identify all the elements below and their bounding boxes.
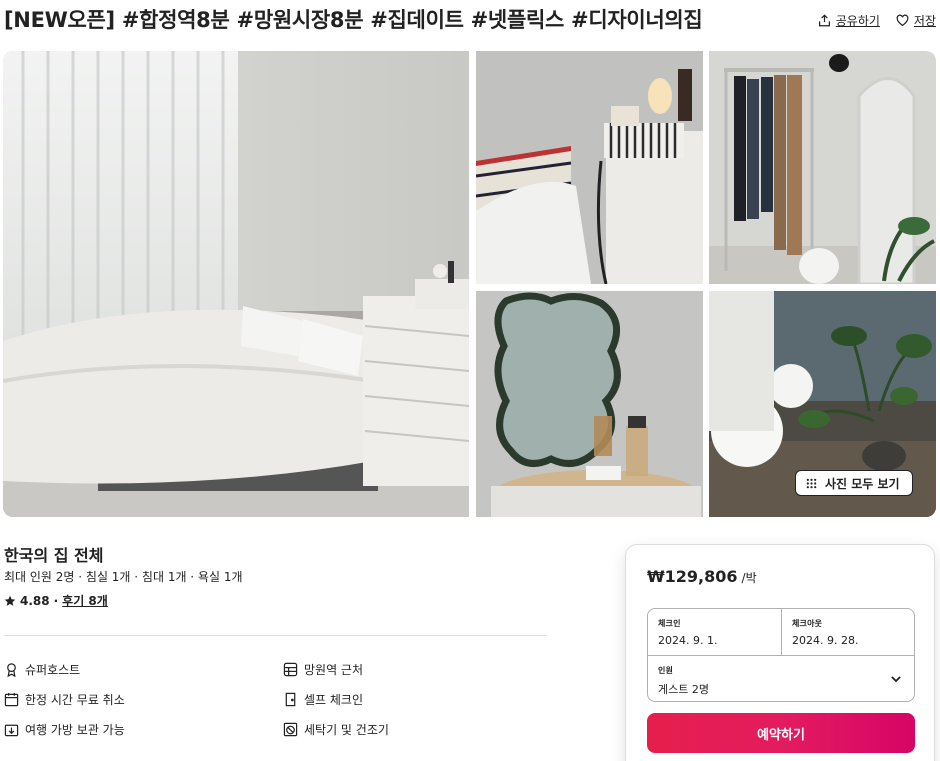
map-icon [283,662,298,677]
rating-separator: · [53,593,59,608]
photo-headboard-lamp[interactable] [476,51,703,284]
listing-title: 한국의 집 전체 [4,546,104,565]
nightly-price: ₩129,806 [647,567,738,586]
section-divider [4,635,547,636]
grid-dots-icon [806,478,817,488]
feature-luggage: 여행 가방 보관 가능 [4,721,125,738]
show-all-photos-button[interactable]: 사진 모두 보기 [795,470,913,496]
feature-label: 세탁기 및 건조기 [304,723,389,737]
reviews-link[interactable]: 후기 8개 [62,592,108,609]
photo-bedroom[interactable] [3,51,469,517]
feature-label: 한정 시간 무료 취소 [25,693,125,707]
feature-self-checkin: 셀프 체크인 [283,691,363,708]
checkin-field[interactable]: 체크인 2024. 9. 1. [648,609,782,655]
share-icon [818,14,830,27]
feature-label: 망원역 근처 [304,663,364,677]
price-row: ₩129,806 /박 [647,567,757,586]
booking-card: ₩129,806 /박 체크인 2024. 9. 1. 체크아웃 2024. 9… [625,544,935,761]
medal-icon [7,663,16,677]
door-icon [285,692,296,707]
calendar-icon [4,692,19,707]
photo-wavy-mirror-vanity[interactable] [476,291,703,517]
chevron-down-icon [891,676,901,683]
listing-capacity: 최대 인원 2명 · 침실 1개 · 침대 1개 · 욕실 1개 [4,570,243,584]
heart-icon [896,14,909,27]
feature-washer: 세탁기 및 건조기 [283,721,389,738]
checkin-label: 체크인 [658,619,681,628]
dates-guests-picker: 체크인 2024. 9. 1. 체크아웃 2024. 9. 28. 인원 게스트… [647,608,915,702]
luggage-icon [4,724,19,737]
feature-superhost: 슈퍼호스트 [4,661,80,678]
show-all-label: 사진 모두 보기 [825,476,900,491]
share-label: 공유하기 [835,14,880,28]
star-icon [4,595,16,606]
rating-row: 4.88 · 후기 8개 [4,592,108,609]
photo-clothing-rack-mirror[interactable] [709,51,936,284]
listing-page-title: [NEW오픈] #합정역8분 #망원시장8분 #집데이트 #넷플릭스 #디자이너… [4,8,703,32]
save-button[interactable]: 저장 [896,12,936,29]
feature-label: 슈퍼호스트 [25,663,81,677]
checkout-value: 2024. 9. 28. [792,634,859,647]
guests-select[interactable]: 인원 게스트 2명 [648,655,914,703]
photo-gallery: 사진 모두 보기 [3,51,936,517]
checkin-value: 2024. 9. 1. [658,634,718,647]
rating-value: 4.88 [20,593,50,608]
checkout-label: 체크아웃 [792,619,823,628]
reserve-button[interactable]: 예약하기 [647,713,915,753]
no-washer-icon [283,722,298,737]
header-actions: 공유하기 저장 [818,12,936,29]
save-label: 저장 [913,14,936,28]
per-night-label: /박 [741,571,757,585]
feature-label: 여행 가방 보관 가능 [25,723,125,737]
guests-value: 게스트 2명 [658,683,709,696]
feature-free-cancel: 한정 시간 무료 취소 [4,691,125,708]
guests-label: 인원 [658,666,674,675]
checkout-field[interactable]: 체크아웃 2024. 9. 28. [782,609,916,655]
feature-location: 망원역 근처 [283,661,363,678]
share-button[interactable]: 공유하기 [818,12,880,29]
feature-label: 셀프 체크인 [304,693,364,707]
